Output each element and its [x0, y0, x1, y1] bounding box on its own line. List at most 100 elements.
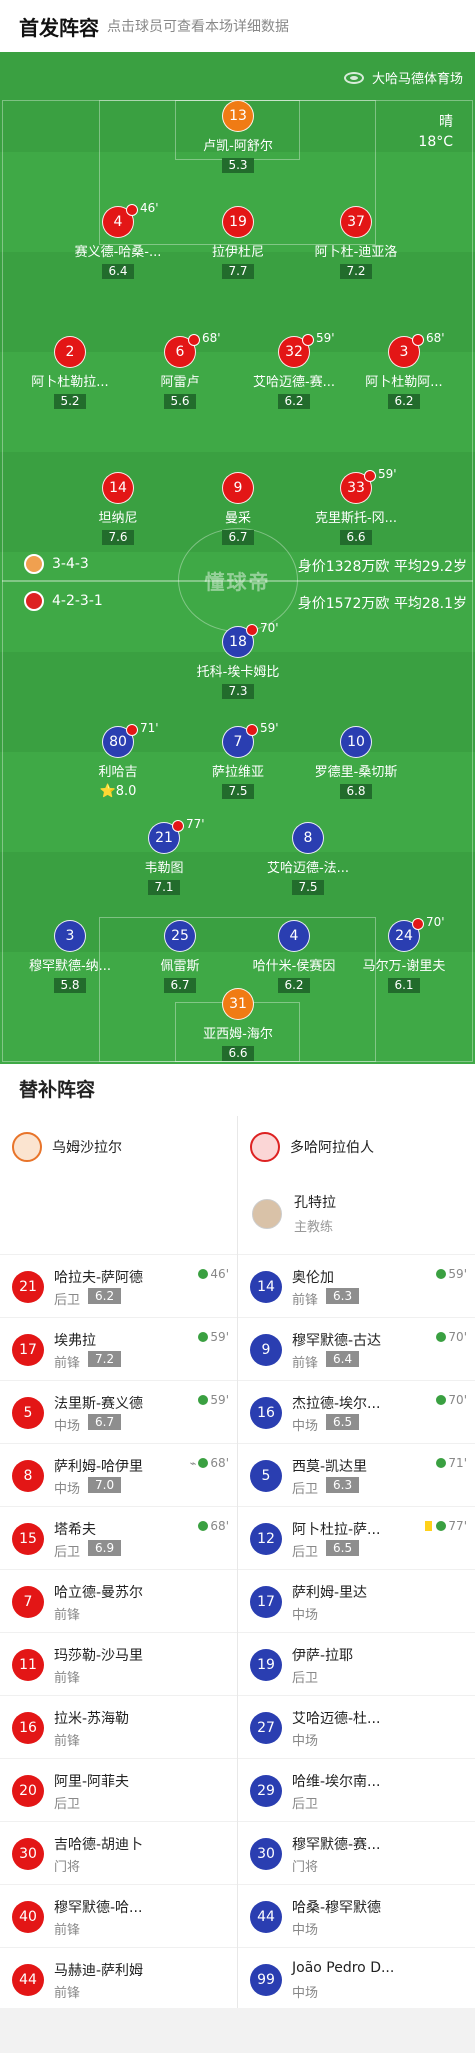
player-name: 罗德里-桑切斯: [314, 765, 398, 780]
away-player[interactable]: 21 77' 韦勒图 7.1: [104, 817, 224, 895]
home-player[interactable]: 6 68' 阿雷卢 5.6: [120, 331, 240, 409]
player-rating: 5.3: [222, 158, 254, 173]
sub-rating: 7.0: [88, 1477, 122, 1493]
away-player[interactable]: 80 71' 利哈吉 ⭐8.0: [58, 721, 178, 799]
away-sub-row[interactable]: 99 João Pedro D... 中场: [238, 1947, 475, 2011]
home-player[interactable]: 13 卢凯-阿舒尔 5.3: [178, 100, 298, 173]
player-rating: 7.6: [102, 530, 134, 545]
player-rating: 7.2: [340, 264, 372, 279]
player-rating: 7.3: [222, 684, 254, 699]
away-player[interactable]: 4 哈什米-侯赛因 6.2: [234, 920, 354, 993]
player-name: 哈什米-侯赛因: [252, 959, 336, 974]
pitch: 懂球帝 大哈马德体育场 晴 18°C 3-4-3 身价1328万欧 平均29.2…: [0, 52, 475, 1064]
home-player[interactable]: 14 坦纳尼 7.6: [58, 472, 178, 545]
sub-position: 门将: [54, 1860, 81, 1875]
sub-time: 59': [260, 721, 279, 735]
away-sub-row[interactable]: 29 哈维-埃尔南... 后卫: [238, 1758, 475, 1822]
sub-position: 前锋: [54, 1356, 81, 1371]
away-sub-row[interactable]: 16 杰拉德-埃尔... 中场 6.5 70': [238, 1380, 475, 1444]
home-player[interactable]: 3 68' 阿卜杜勒阿... 6.2: [344, 331, 464, 409]
sub-name: 玛莎勒-沙马里: [54, 1648, 144, 1664]
coach-name: 孔特拉: [294, 1195, 336, 1211]
sub-in-time: 59': [210, 1393, 229, 1407]
away-sub-row[interactable]: 30 穆罕默德-赛... 门将: [238, 1821, 475, 1885]
away-sub-row[interactable]: 12 阿卜杜拉-萨... 后卫 6.5 77': [238, 1506, 475, 1570]
sub-position: 前锋: [54, 1671, 81, 1686]
player-number: 3: [54, 920, 86, 952]
sub-name: 奥伦加: [292, 1270, 334, 1286]
sub-in-time: 70': [448, 1393, 467, 1407]
sub-position: 前锋: [292, 1356, 319, 1371]
away-player[interactable]: 3 穆罕默德-纳... 5.8: [10, 920, 130, 993]
sub-out-icon: [412, 918, 424, 930]
away-player[interactable]: 24 70' 马尔万-谢里夫 6.1: [344, 915, 464, 993]
sub-number: 11: [12, 1649, 44, 1681]
sub-position: 中场: [292, 1608, 319, 1623]
away-formation[interactable]: 4-2-3-1: [24, 591, 103, 611]
away-sub-row[interactable]: 14 奥伦加 前锋 6.3 59': [238, 1254, 475, 1318]
away-player[interactable]: 18 70' 托科-埃卡姆比 7.3: [178, 621, 298, 699]
away-sub-row[interactable]: 9 穆罕默德-古达 前锋 6.4 70': [238, 1317, 475, 1381]
away-sub-row[interactable]: 44 哈桑-穆罕默德 中场: [238, 1884, 475, 1948]
sub-in-time: 70': [448, 1330, 467, 1344]
away-sub-row[interactable]: 27 艾哈迈德-杜... 中场: [238, 1695, 475, 1759]
player-number: 25: [164, 920, 196, 952]
home-player[interactable]: 2 阿卜杜勒拉... 5.2: [10, 336, 130, 409]
home-sub-row[interactable]: 7 哈立德-曼苏尔 前锋: [0, 1569, 237, 1633]
home-player[interactable]: 33 59' 克里斯托-冈... 6.6: [296, 467, 416, 545]
away-player[interactable]: 8 艾哈迈德-法... 7.5: [248, 822, 368, 895]
home-player[interactable]: 19 拉伊杜尼 7.7: [178, 206, 298, 279]
sub-position: 中场: [292, 1734, 319, 1749]
home-sub-row[interactable]: 15 塔希夫 后卫 6.9 68': [0, 1506, 237, 1570]
away-player[interactable]: 10 罗德里-桑切斯 6.8: [296, 726, 416, 799]
sub-in-info: 70': [436, 1330, 467, 1344]
sub-name: 杰拉德-埃尔...: [292, 1396, 381, 1412]
sub-position: 后卫: [292, 1671, 319, 1686]
home-player[interactable]: 4 46' 赛义德-哈桑-... 6.4: [58, 201, 178, 279]
away-player[interactable]: 7 59' 萨拉维亚 7.5: [178, 721, 298, 799]
home-sub-row[interactable]: 5 法里斯-赛义德 中场 6.7 59': [0, 1380, 237, 1444]
home-player[interactable]: 9 曼采 6.7: [178, 472, 298, 545]
sub-rating: 6.3: [326, 1288, 360, 1304]
home-player[interactable]: 37 阿卜杜-迪亚洛 7.2: [296, 206, 416, 279]
sub-number: 30: [12, 1838, 44, 1870]
player-number: 10: [340, 726, 372, 758]
sub-number: 99: [250, 1964, 282, 1996]
home-sub-row[interactable]: 40 穆罕默德-哈... 前锋: [0, 1884, 237, 1948]
sub-time: 77': [186, 817, 205, 831]
sub-number: 12: [250, 1523, 282, 1555]
sub-in-info: 77': [425, 1519, 467, 1533]
home-formation[interactable]: 3-4-3: [24, 554, 89, 574]
sub-in-info: 70': [436, 1393, 467, 1407]
home-sub-row[interactable]: 30 吉哈德-胡迪卜 门将: [0, 1821, 237, 1885]
coach-role: 主教练: [294, 1220, 334, 1235]
lineup-title: 首发阵容: [19, 15, 99, 40]
sub-number: 20: [12, 1775, 44, 1807]
sub-name: 吉哈德-胡迪卜: [54, 1837, 144, 1853]
coach[interactable]: 孔特拉 主教练: [252, 1192, 336, 1235]
away-sub-row[interactable]: 19 伊萨-拉耶 后卫: [238, 1632, 475, 1696]
home-player[interactable]: 32 59' 艾哈迈德-赛... 6.2: [234, 331, 354, 409]
away-player[interactable]: 25 佩雷斯 6.7: [120, 920, 240, 993]
home-sub-row[interactable]: 16 拉米-苏海勒 前锋: [0, 1695, 237, 1759]
home-sub-row[interactable]: 11 玛莎勒-沙马里 前锋: [0, 1632, 237, 1696]
home-sub-row[interactable]: 17 埃弗拉 前锋 7.2 59': [0, 1317, 237, 1381]
home-sub-row[interactable]: 20 阿里-阿菲夫 后卫: [0, 1758, 237, 1822]
home-sub-row[interactable]: 8 萨利姆-哈伊里 中场 7.0 ⌁ 68': [0, 1443, 237, 1507]
home-sub-row[interactable]: 21 哈拉夫-萨阿德 后卫 6.2 46': [0, 1254, 237, 1318]
away-sub-row[interactable]: 5 西莫-凯达里 后卫 6.3 71': [238, 1443, 475, 1507]
away-sub-row[interactable]: 17 萨利姆-里达 中场: [238, 1569, 475, 1633]
player-rating: 5.8: [54, 978, 86, 993]
subs-panel: 乌姆沙拉尔 多哈阿拉伯人 孔特拉 主教练 21 哈拉夫-萨阿德 后卫 6.2 46' 17…: [0, 1116, 475, 2008]
player-rating: ⭐8.0: [94, 784, 143, 799]
home-sub-row[interactable]: 44 马赫迪-萨利姆 前锋: [0, 1947, 237, 2011]
player-rating: 6.6: [340, 530, 372, 545]
player-name: 穆罕默德-纳...: [28, 959, 112, 974]
player-rating: 5.6: [164, 394, 196, 409]
sub-name: 穆罕默德-赛...: [292, 1837, 381, 1853]
player-rating: 6.1: [388, 978, 420, 993]
sub-rating: 6.5: [326, 1540, 360, 1556]
sub-out-icon: [126, 724, 138, 736]
away-player[interactable]: 31 亚西姆-海尔 6.6: [178, 988, 298, 1061]
sub-in-info: 71': [436, 1456, 467, 1470]
